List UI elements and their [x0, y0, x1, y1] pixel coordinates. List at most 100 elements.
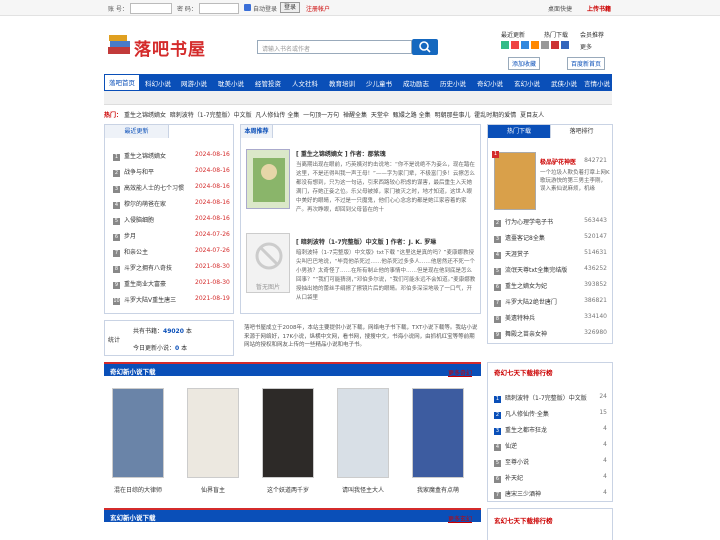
book-title[interactable]: 混在日综的大律师 [108, 485, 168, 494]
nav-item-6[interactable]: 教育培训 [329, 78, 355, 88]
nav-item-3[interactable]: 耽美小说 [218, 78, 244, 88]
book-title[interactable]: 请叫我怪主大人 [333, 485, 393, 494]
book-cover[interactable] [187, 388, 239, 478]
recent-link[interactable]: 最近更新 [501, 30, 525, 39]
list-item[interactable]: 8 美遗特种兵 [494, 313, 535, 323]
about-text: 落吧书屋成立于2008年，本站主要提供小说下载，网络电子书下载，TXT小说下载等… [244, 325, 478, 348]
account-input[interactable] [130, 3, 172, 14]
hot-item[interactable]: 明朝那些事儿 [434, 112, 470, 119]
nav-item-1[interactable]: 科幻小说 [145, 78, 171, 88]
date: 2024-07-26 [195, 231, 230, 238]
nav-item-8[interactable]: 成功励志 [403, 78, 429, 88]
rank-count: 334140 [584, 313, 607, 320]
list-item[interactable]: 7 斗罗大陆2绝世唐门 [494, 297, 557, 307]
hot-item[interactable]: 甄嬛之路 全集 [393, 112, 431, 119]
book-title[interactable]: [ 暗刺波特（1-7完整版）中文版 ] 作者：J. K. 罗琳 [296, 237, 476, 246]
list-item[interactable]: 5 至尊小说 [494, 457, 529, 467]
book-cover[interactable] [246, 149, 290, 209]
top-book-desc: 一个垃圾人欺负着打章上网K歌玩游快的第三男主李刚，误入素仙说麻烦，机缘 [540, 170, 610, 192]
site-logo[interactable]: 落吧书屋 [134, 35, 206, 60]
desktop-link[interactable]: 桌面快捷 [548, 4, 572, 13]
share-icons[interactable] [501, 41, 579, 50]
upload-link[interactable]: 上传书籍 [587, 4, 611, 13]
hot-link[interactable]: 热门下载 [544, 30, 568, 39]
nav-item-4[interactable]: 经管投资 [255, 78, 281, 88]
hot-item[interactable]: 重生之锦绣嫡女 [124, 112, 166, 119]
section-header-xuanhuan: 玄幻新小说下载 [104, 508, 481, 522]
password-input[interactable] [199, 3, 239, 14]
week-rank-box-2: 玄幻七天下载排行榜 [487, 508, 613, 540]
nav-item-2[interactable]: 网游小说 [181, 78, 207, 88]
vip-link[interactable]: 会员推荐 [580, 30, 604, 39]
search-input[interactable]: 请输入书名或作者 [257, 40, 412, 54]
hot-item[interactable]: 一句顶一万句 [303, 112, 339, 119]
book-title[interactable]: [ 重生之锦绣嫡女 ] 作者：郡紫瑰 [296, 149, 476, 158]
book-title[interactable]: 这个妖道两千岁 [258, 485, 318, 494]
top-book-title[interactable]: 极品驴花神医 [540, 157, 576, 166]
more-fantasy-link[interactable]: 更多奇幻 [448, 368, 472, 377]
nav-item-9[interactable]: 历史小说 [440, 78, 466, 88]
search-button[interactable] [412, 39, 438, 55]
tab-recent[interactable]: 最近更新 [105, 125, 169, 138]
list-item[interactable]: 3 重生之都市狂龙 [494, 425, 547, 435]
list-item[interactable]: 3 高效能人士的七个习惯 [113, 183, 184, 193]
hot-item[interactable]: 凡人修仙传 全集 [255, 112, 299, 119]
tab-recommend[interactable]: 本周推荐 [241, 125, 273, 138]
hot-item[interactable]: 夏目友人 [520, 112, 544, 119]
list-item[interactable]: 2 凡人修仙传·全集 [494, 409, 549, 419]
list-item[interactable]: 4 天涯赏子 [494, 249, 529, 259]
list-item[interactable]: 5 流氓天尊txt全集完结版 [494, 265, 567, 275]
book-cover[interactable] [112, 388, 164, 478]
add-fav-button[interactable]: 添加收藏 [508, 57, 541, 70]
hot-item[interactable]: 禅醒全集 [343, 112, 367, 119]
book-title[interactable]: 仙界盲主 [183, 485, 243, 494]
nav-item-10[interactable]: 奇幻小说 [477, 78, 503, 88]
list-item[interactable]: 4 穆尔的萌爸在家 [113, 199, 166, 209]
list-item[interactable]: 2 战争与和平 [113, 167, 154, 177]
register-link[interactable]: 注册帐户 [306, 4, 330, 13]
auto-login-checkbox[interactable] [244, 4, 251, 11]
top-book-cover[interactable] [494, 152, 536, 210]
nav-item-13[interactable]: 言情小说 [584, 78, 610, 88]
list-item[interactable]: 5 入侵脑细胞 [113, 215, 154, 225]
list-item[interactable]: 1 暗刺波特（1-7完整版）中文版 [494, 393, 587, 403]
nav-item-5[interactable]: 人文社科 [292, 78, 318, 88]
list-item[interactable]: 7 和亲公主 [113, 247, 148, 257]
cover-art-icon [253, 158, 285, 202]
nav-item-7[interactable]: 少儿童书 [366, 78, 392, 88]
book-cover-placeholder[interactable]: 暂无图片 [246, 233, 290, 293]
tab-hot-download[interactable]: 热门下载 [488, 125, 551, 138]
list-item[interactable]: 4 仙逆 [494, 441, 517, 451]
list-item[interactable]: 10 斗罗大陆V重生唐三 [113, 295, 176, 305]
stats-today: 今日更新小说：0 本 [133, 345, 188, 352]
nav-item-0[interactable]: 落吧首页 [104, 74, 140, 91]
list-item[interactable]: 1 重生之锦绣嫡女 [113, 151, 166, 161]
list-item[interactable]: 9 舞殿之苗亲女神 [494, 329, 547, 339]
password-label: 密 码： [177, 6, 197, 13]
nav-item-11[interactable]: 玄幻小说 [514, 78, 540, 88]
hot-item[interactable]: 暗刺波特（1-7完整版）中文版 [170, 112, 252, 119]
hot-item[interactable]: 天堂伞 [371, 112, 389, 119]
book-cover[interactable] [262, 388, 314, 478]
login-button[interactable]: 登录 [280, 2, 300, 13]
list-item[interactable]: 7 唐宋三少酒神 [494, 489, 541, 499]
section-header-fantasy: 奇幻新小说下载 [104, 362, 481, 376]
list-item[interactable]: 6 步月 [113, 231, 136, 241]
list-item[interactable]: 3 遗臺客记8全集 [494, 233, 545, 243]
more-link[interactable]: 更多 [580, 42, 592, 51]
list-item[interactable]: 2 行为心理学电子书 [494, 217, 553, 227]
homepage-button[interactable]: 百度新首页 [567, 57, 606, 70]
nav-item-12[interactable]: 武侠小说 [551, 78, 577, 88]
more-xuanhuan-link[interactable]: 更多玄幻 [448, 514, 472, 523]
book-cover[interactable] [337, 388, 389, 478]
list-item[interactable]: 8 斗罗之拥有八奇技 [113, 263, 172, 273]
book-title[interactable]: 我家魔盒有点萌 [408, 485, 468, 494]
hot-item[interactable]: 霍乱时期的爱情 [474, 112, 516, 119]
rank-count: 563443 [584, 217, 607, 224]
rank-count: 326980 [584, 329, 607, 336]
list-item[interactable]: 6 补天纪 [494, 473, 523, 483]
list-item[interactable]: 6 重生之嫡女为妃 [494, 281, 547, 291]
list-item[interactable]: 9 重生商业大富豪 [113, 279, 166, 289]
tab-rank[interactable]: 落吧排行 [551, 125, 613, 138]
book-cover[interactable] [412, 388, 464, 478]
